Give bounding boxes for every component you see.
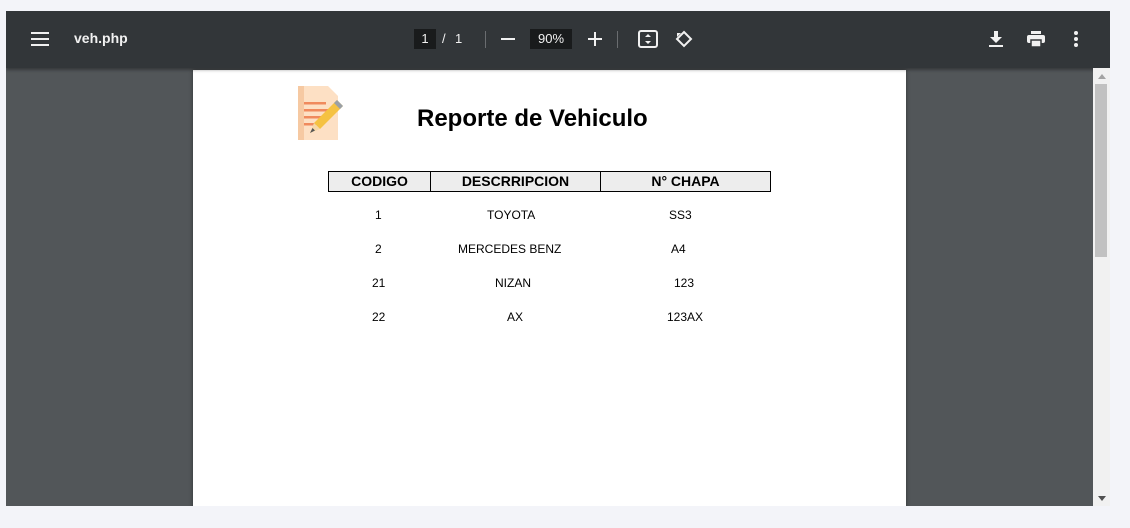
table-row: 2 MERCEDES BENZ A4 bbox=[193, 242, 906, 258]
column-header-chapa: N° CHAPA bbox=[651, 173, 720, 189]
scroll-down-arrow-icon[interactable] bbox=[1093, 491, 1110, 505]
table-row: 21 NIZAN 123 bbox=[193, 276, 906, 292]
column-header-codigo: CODIGO bbox=[329, 172, 431, 191]
cell-chapa: 123AX bbox=[667, 310, 704, 324]
download-icon[interactable] bbox=[980, 23, 1012, 55]
zoom-in-icon[interactable] bbox=[579, 23, 611, 55]
total-pages: 1 bbox=[455, 31, 463, 46]
table-row: 22 AX 123AX bbox=[193, 310, 906, 326]
document-title: veh.php bbox=[74, 30, 128, 46]
cell-chapa: A4 bbox=[671, 242, 686, 256]
report-title: Reporte de Vehiculo bbox=[417, 105, 648, 132]
column-header-descripcion: DESCRRIPCION bbox=[431, 172, 601, 191]
pdf-toolbar: veh.php 1 / 1 90% bbox=[6, 11, 1110, 68]
cell-descripcion: TOYOTA bbox=[487, 208, 536, 222]
table-header: CODIGO DESCRRIPCION N° CHAPA bbox=[328, 171, 771, 192]
scroll-up-arrow-icon[interactable] bbox=[1093, 69, 1110, 83]
notepad-pencil-icon bbox=[296, 86, 344, 140]
page-separator: / bbox=[442, 31, 446, 46]
page-number-input[interactable]: 1 bbox=[414, 29, 436, 49]
cell-descripcion: MERCEDES BENZ bbox=[458, 242, 562, 256]
cell-codigo: 22 bbox=[372, 310, 386, 324]
cell-codigo: 2 bbox=[375, 242, 382, 256]
scrollbar-thumb[interactable] bbox=[1095, 84, 1107, 257]
cell-chapa: SS3 bbox=[669, 208, 692, 222]
toolbar-divider bbox=[485, 31, 486, 48]
zoom-input[interactable]: 90% bbox=[530, 29, 572, 49]
cell-chapa: 123 bbox=[674, 276, 695, 290]
pdf-viewer: veh.php 1 / 1 90% Reporte de Vehiculo CO… bbox=[6, 11, 1110, 506]
menu-icon[interactable] bbox=[24, 23, 56, 55]
table-row: 1 TOYOTA SS3 bbox=[193, 208, 906, 224]
cell-descripcion: AX bbox=[507, 310, 524, 324]
cell-codigo: 1 bbox=[375, 208, 382, 222]
fit-page-icon[interactable] bbox=[632, 23, 664, 55]
pdf-page: Reporte de Vehiculo CODIGO DESCRRIPCION … bbox=[193, 70, 906, 506]
toolbar-divider bbox=[617, 31, 618, 48]
print-icon[interactable] bbox=[1020, 23, 1052, 55]
rotate-icon[interactable] bbox=[668, 23, 700, 55]
more-options-icon[interactable] bbox=[1060, 23, 1092, 55]
cell-descripcion: NIZAN bbox=[495, 276, 531, 290]
zoom-out-icon[interactable] bbox=[492, 23, 524, 55]
cell-codigo: 21 bbox=[372, 276, 386, 290]
vertical-scrollbar[interactable] bbox=[1093, 68, 1110, 506]
